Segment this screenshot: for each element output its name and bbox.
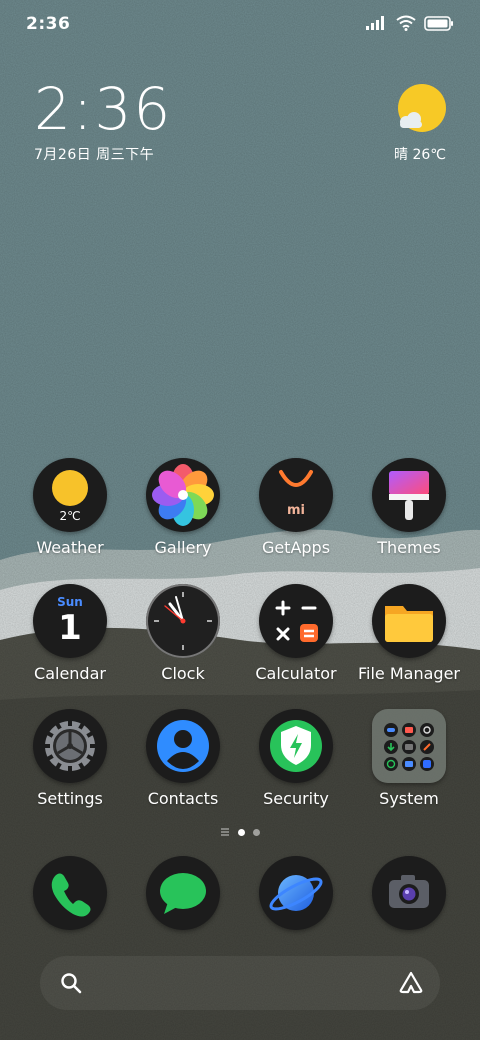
battery-icon <box>424 15 453 31</box>
folder-icon <box>372 584 446 658</box>
shield-icon <box>259 709 333 783</box>
app-label: Weather <box>36 538 104 557</box>
app-label: System <box>379 789 439 808</box>
app-label: GetApps <box>261 538 331 557</box>
app-label: Security <box>263 789 329 808</box>
search-icon[interactable] <box>60 972 82 994</box>
app-calculator[interactable]: Calculator <box>240 584 352 683</box>
clock-icon <box>146 584 220 658</box>
app-file-manager[interactable]: File Manager <box>353 584 465 683</box>
app-label: Calendar <box>34 664 106 683</box>
app-weather[interactable]: 2℃ Weather <box>14 458 126 557</box>
calendar-day-name: Sun <box>57 595 83 609</box>
calendar-icon: Sun 1 <box>33 584 107 658</box>
clock-widget-time: 2:36 <box>34 75 173 143</box>
app-contacts[interactable]: Contacts <box>127 709 239 808</box>
home-list-icon <box>221 828 229 836</box>
page-dot-active[interactable] <box>238 828 245 836</box>
getapps-badge: mi <box>287 503 305 518</box>
weather-badge: 2℃ <box>59 509 80 523</box>
dock-phone[interactable] <box>14 856 126 930</box>
sun-cloud-icon <box>394 82 446 134</box>
gear-icon <box>33 709 107 783</box>
page-indicator[interactable] <box>0 828 480 836</box>
clock-widget-date: 7月26日 周三下午 <box>34 147 155 163</box>
status-time: 2:36 <box>26 14 71 34</box>
clock-widget[interactable]: 2:36 7月26日 周三下午 <box>34 78 172 164</box>
dock-messages[interactable] <box>127 856 239 930</box>
calendar-day-number: 1 <box>58 608 82 648</box>
app-calendar[interactable]: Sun 1 Calendar <box>14 584 126 683</box>
assistant-icon[interactable] <box>398 970 424 994</box>
app-settings[interactable]: Settings <box>14 709 126 808</box>
app-label: Clock <box>161 664 205 683</box>
dock-browser[interactable] <box>240 856 352 930</box>
app-label: Settings <box>37 789 103 808</box>
page-dot[interactable] <box>253 828 260 836</box>
weather-widget-text: 晴 26℃ <box>394 147 446 163</box>
app-label: File Manager <box>358 664 460 683</box>
camera-icon <box>372 856 446 930</box>
search-bar[interactable] <box>40 956 440 1010</box>
app-clock[interactable]: Clock <box>127 584 239 683</box>
phone-icon <box>33 856 107 930</box>
app-gallery[interactable]: Gallery <box>127 458 239 557</box>
app-system-folder[interactable]: System <box>353 709 465 808</box>
contact-icon <box>146 709 220 783</box>
calculator-icon <box>259 584 333 658</box>
wifi-icon <box>396 15 416 31</box>
weather-icon: 2℃ <box>33 458 107 532</box>
app-getapps[interactable]: mi GetApps <box>240 458 352 557</box>
folder-grid-icon <box>372 709 446 783</box>
themes-icon <box>372 458 446 532</box>
app-security[interactable]: Security <box>240 709 352 808</box>
gallery-icon <box>146 458 220 532</box>
message-icon <box>146 856 220 930</box>
app-label: Themes <box>377 538 441 557</box>
app-label: Contacts <box>147 789 219 808</box>
dock-camera[interactable] <box>353 856 465 930</box>
app-label: Calculator <box>255 664 337 683</box>
planet-icon <box>259 856 333 930</box>
weather-widget[interactable]: 晴 26℃ <box>380 82 460 164</box>
app-label: Gallery <box>154 538 212 557</box>
status-bar: 2:36 <box>0 0 480 50</box>
app-themes[interactable]: Themes <box>353 458 465 557</box>
getapps-icon: mi <box>259 458 333 532</box>
signal-icon <box>366 16 384 30</box>
